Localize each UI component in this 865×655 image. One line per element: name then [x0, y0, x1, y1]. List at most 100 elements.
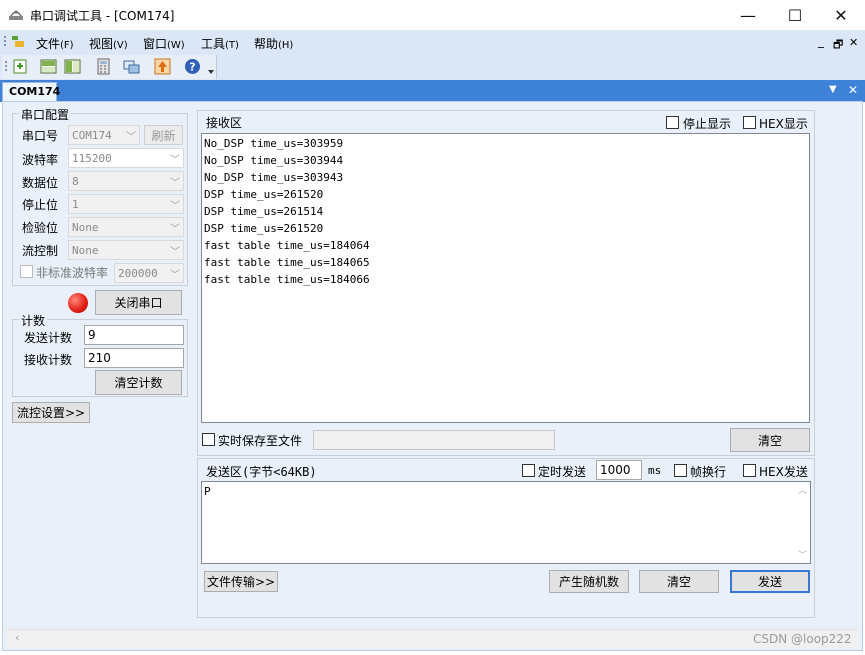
port-select[interactable]: COM174 ﹀ [68, 125, 140, 145]
send-content: P [204, 485, 211, 498]
maximize-icon: ☐ [787, 5, 803, 25]
chevron-down-icon: ﹀ [126, 132, 136, 143]
receive-line: No_DSP time_us=303943 [204, 171, 344, 184]
flow-settings-button[interactable]: 流控设置>> [12, 402, 90, 423]
document-tab-strip [0, 80, 865, 102]
stop-display-label: 停止显示 [683, 117, 732, 131]
chevron-down-icon: ﹀ [170, 224, 180, 235]
minimize-button[interactable]: — [725, 0, 771, 30]
tab-close-button[interactable]: ✕ [848, 83, 858, 97]
port-label: 串口号 [22, 129, 59, 143]
chevron-down-icon: ﹀ [170, 247, 180, 258]
send-textarea[interactable]: P ︿ ﹀ [201, 481, 811, 564]
stop-display-checkbox[interactable] [666, 116, 679, 129]
interval-input[interactable]: 1000 [596, 460, 642, 480]
stopbits-select[interactable]: 1 ﹀ [68, 194, 184, 214]
clear-receive-button[interactable]: 清空 [730, 428, 810, 452]
hex-display-label: HEX显示 [759, 117, 808, 131]
receive-line: DSP time_us=261514 [204, 205, 324, 218]
receive-line: fast table time_us=184066 [204, 273, 370, 286]
recv-count-field[interactable]: 210 [84, 348, 184, 368]
refresh-button[interactable]: 刷新 [144, 125, 183, 145]
custom-baud-select[interactable]: 200000 ﹀ [114, 263, 184, 283]
window-title: 串口调试工具 - [COM174] [30, 9, 175, 23]
receive-line: No_DSP time_us=303959 [204, 137, 344, 150]
menu-tools[interactable]: 工具(T) [201, 35, 239, 52]
receive-textarea[interactable]: No_DSP time_us=303959 No_DSP time_us=303… [201, 133, 810, 423]
chevron-down-icon: ﹀ [170, 201, 180, 212]
receive-line: fast table time_us=184064 [204, 239, 370, 252]
send-button[interactable]: 发送 [730, 570, 810, 593]
split-vertical-icon[interactable] [64, 58, 81, 75]
clear-send-button[interactable]: 清空 [639, 570, 719, 593]
baud-select[interactable]: 115200 ﹀ [68, 148, 184, 168]
close-button[interactable]: ✕ [818, 0, 864, 30]
databits-label: 数据位 [22, 176, 59, 190]
realtime-save-label: 实时保存至文件 [218, 434, 303, 448]
flow-label: 流控制 [22, 244, 59, 258]
clear-count-button[interactable]: 清空计数 [95, 370, 182, 395]
watermark: CSDN @loop222 [753, 632, 852, 646]
upload-icon[interactable] [154, 58, 171, 75]
chevron-down-icon: ﹀ [170, 178, 180, 189]
mdi-document-icon [12, 36, 24, 47]
mdi-restore-button[interactable]: 🗗 [833, 36, 843, 55]
mdi-close-button[interactable]: ✕ [849, 36, 858, 49]
serial-window-icon[interactable] [123, 58, 140, 75]
databits-select[interactable]: 8 ﹀ [68, 171, 184, 191]
calculator-icon[interactable] [95, 58, 112, 75]
file-transfer-button[interactable]: 文件传输>> [204, 571, 278, 592]
flow-select[interactable]: None ﹀ [68, 240, 184, 260]
new-icon[interactable] [12, 58, 29, 75]
recv-count-label: 接收计数 [24, 353, 73, 367]
timed-send-label: 定时发送 [538, 465, 587, 479]
menu-file[interactable]: 文件(F) [36, 35, 74, 52]
counter-title: 计数 [19, 312, 48, 329]
toolbar-overflow-icon[interactable] [207, 60, 216, 76]
horizontal-scrollbar[interactable] [6, 629, 858, 647]
split-horizontal-icon[interactable] [40, 58, 57, 75]
scroll-up-icon[interactable]: ︿ [798, 483, 807, 496]
hex-display-checkbox[interactable] [743, 116, 756, 129]
tab-dropdown-button[interactable]: ▼ [829, 84, 837, 95]
receive-line: DSP time_us=261520 [204, 222, 324, 235]
hex-send-checkbox[interactable] [743, 464, 756, 477]
close-icon: ✕ [834, 5, 848, 25]
close-port-button[interactable]: 关闭串口 [95, 290, 182, 315]
svg-text:?: ? [189, 61, 195, 74]
scroll-left-icon[interactable]: ‹ [15, 631, 19, 644]
timed-send-checkbox[interactable] [522, 464, 535, 477]
send-count-label: 发送计数 [24, 331, 73, 345]
menu-window[interactable]: 窗口(W) [143, 35, 185, 52]
receive-line: No_DSP time_us=303944 [204, 154, 344, 167]
menu-help[interactable]: 帮助(H) [254, 35, 293, 52]
serial-config-title: 串口配置 [19, 106, 72, 123]
maximize-button[interactable]: ☐ [772, 0, 818, 30]
receive-line: fast table time_us=184065 [204, 256, 370, 269]
chevron-down-icon: ﹀ [170, 270, 180, 281]
frame-newline-label: 帧换行 [690, 465, 727, 479]
scroll-down-icon[interactable]: ﹀ [798, 548, 807, 561]
send-count-field[interactable]: 9 [84, 325, 184, 345]
hex-send-label: HEX发送 [759, 465, 808, 479]
realtime-save-checkbox[interactable] [202, 433, 215, 446]
send-title: 发送区(字节<64KB) [206, 465, 317, 479]
minimize-icon: — [740, 5, 756, 25]
frame-newline-checkbox[interactable] [674, 464, 687, 477]
menu-view[interactable]: 视图(V) [89, 35, 128, 52]
save-path-field[interactable] [313, 430, 555, 450]
menu-bar [0, 30, 865, 54]
mdi-minimize-button[interactable]: _ [818, 34, 824, 48]
chevron-down-icon: ﹀ [170, 155, 180, 166]
interval-unit: ms [648, 464, 662, 477]
parity-select[interactable]: None ﹀ [68, 217, 184, 237]
receive-title: 接收区 [206, 116, 243, 130]
random-data-button[interactable]: 产生随机数 [549, 570, 629, 593]
custom-baud-checkbox[interactable] [20, 265, 33, 278]
grip-icon [4, 36, 6, 46]
app-icon [9, 10, 23, 20]
stopbits-label: 停止位 [22, 198, 59, 212]
tab-com174[interactable]: COM174 [2, 82, 60, 101]
help-icon[interactable]: ? [184, 58, 201, 75]
port-status-indicator [68, 293, 88, 313]
